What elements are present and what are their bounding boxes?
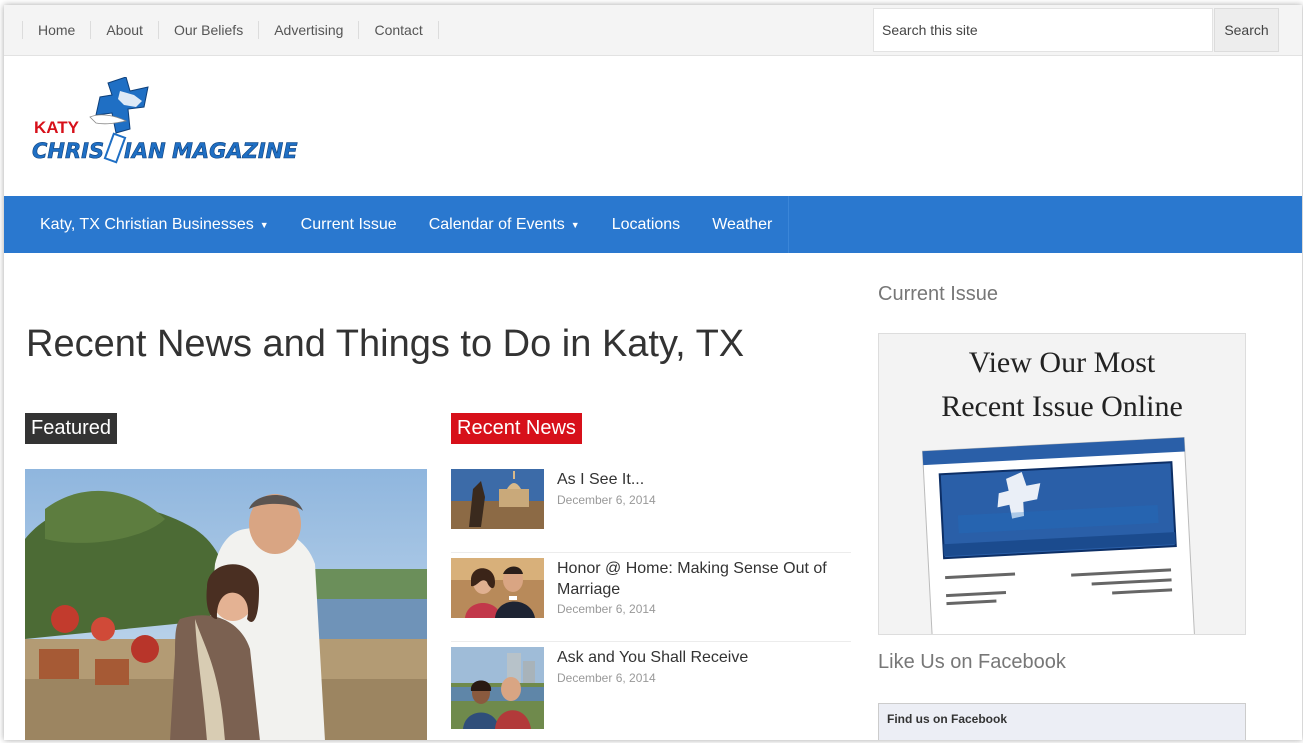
caret-down-icon: ▼ [570,219,580,230]
nav-item-label: Current Issue [300,215,397,233]
featured-label: Featured [25,413,118,444]
search-button[interactable]: Search [1214,8,1279,52]
nav-item-label: Calendar of Events [428,215,565,233]
current-issue-widget[interactable]: View Our Most Recent Issue Online [878,333,1246,635]
main-navbar: Katy, TX Christian Businesses ▼ Current … [4,196,1302,253]
page-title: Recent News and Things to Do in Katy, TX [26,323,745,365]
news-title[interactable]: Honor @ Home: Making Sense Out of Marria… [557,558,847,600]
list-item[interactable]: As I See It... December 6, 2014 [451,467,851,553]
nav-item-calendar-of-events[interactable]: Calendar of Events ▼ [413,196,596,253]
facebook-widget-title[interactable]: Find us on Facebook [887,712,1007,726]
browser-page: Home About Our Beliefs Advertising Conta… [4,5,1302,740]
nav-item-label: Weather [712,215,773,233]
katy-christian-magazine-logo-icon: KATY CHRIS IAN MAGAZINE [32,76,299,164]
nav-item-current-issue[interactable]: Current Issue [285,196,413,253]
nav-item-label: Katy, TX Christian Businesses [40,215,254,233]
svg-text:MAGAZINE: MAGAZINE [172,139,298,163]
top-nav-advertising[interactable]: Advertising [258,21,358,39]
svg-text:KATY: KATY [34,118,80,137]
news-date: December 6, 2014 [557,602,656,616]
news-title[interactable]: As I See It... [557,469,847,490]
list-item[interactable]: Ask and You Shall Receive December 6, 20… [451,645,851,730]
news-date: December 6, 2014 [557,671,656,685]
search-input[interactable] [873,8,1213,52]
top-nav-our-beliefs[interactable]: Our Beliefs [157,21,258,39]
svg-text:CHRIS: CHRIS [32,139,104,163]
nav-item-weather[interactable]: Weather [696,196,788,253]
caret-down-icon: ▼ [259,219,269,230]
site-logo[interactable]: KATY CHRIS IAN MAGAZINE [30,76,310,177]
list-item[interactable]: Honor @ Home: Making Sense Out of Marria… [451,556,851,642]
featured-image[interactable] [25,469,427,740]
current-issue-heading: Current Issue [878,283,999,305]
nav-divider [788,196,790,253]
couple-outdoors-photo-icon [451,647,544,729]
svg-text:IAN: IAN [124,139,166,163]
news-thumbnail[interactable] [451,558,544,618]
top-nav-links: Home About Our Beliefs Advertising Conta… [22,21,439,39]
recent-news-list: As I See It... December 6, 2014 Honor @ … [451,467,851,733]
news-thumbnail[interactable] [451,469,544,529]
top-nav-about[interactable]: About [90,21,158,39]
top-nav-contact[interactable]: Contact [358,21,439,39]
nav-item-christian-businesses[interactable]: Katy, TX Christian Businesses ▼ [24,196,285,253]
top-utility-bar: Home About Our Beliefs Advertising Conta… [4,5,1302,56]
capitol-statue-photo-icon [451,469,544,529]
facebook-heading: Like Us on Facebook [878,651,1066,673]
nav-item-label: Locations [611,215,681,233]
nav-item-locations[interactable]: Locations [596,196,697,253]
news-thumbnail[interactable] [451,647,544,729]
news-title[interactable]: Ask and You Shall Receive [557,647,847,668]
news-date: December 6, 2014 [557,493,656,507]
top-nav-home[interactable]: Home [22,21,90,39]
featured-couple-photo-icon [25,469,427,740]
facebook-widget[interactable]: Find us on Facebook [878,703,1246,740]
recent-news-label: Recent News [451,413,582,444]
magazine-cover-icon [921,436,1196,634]
couple-photo-icon [451,558,544,618]
